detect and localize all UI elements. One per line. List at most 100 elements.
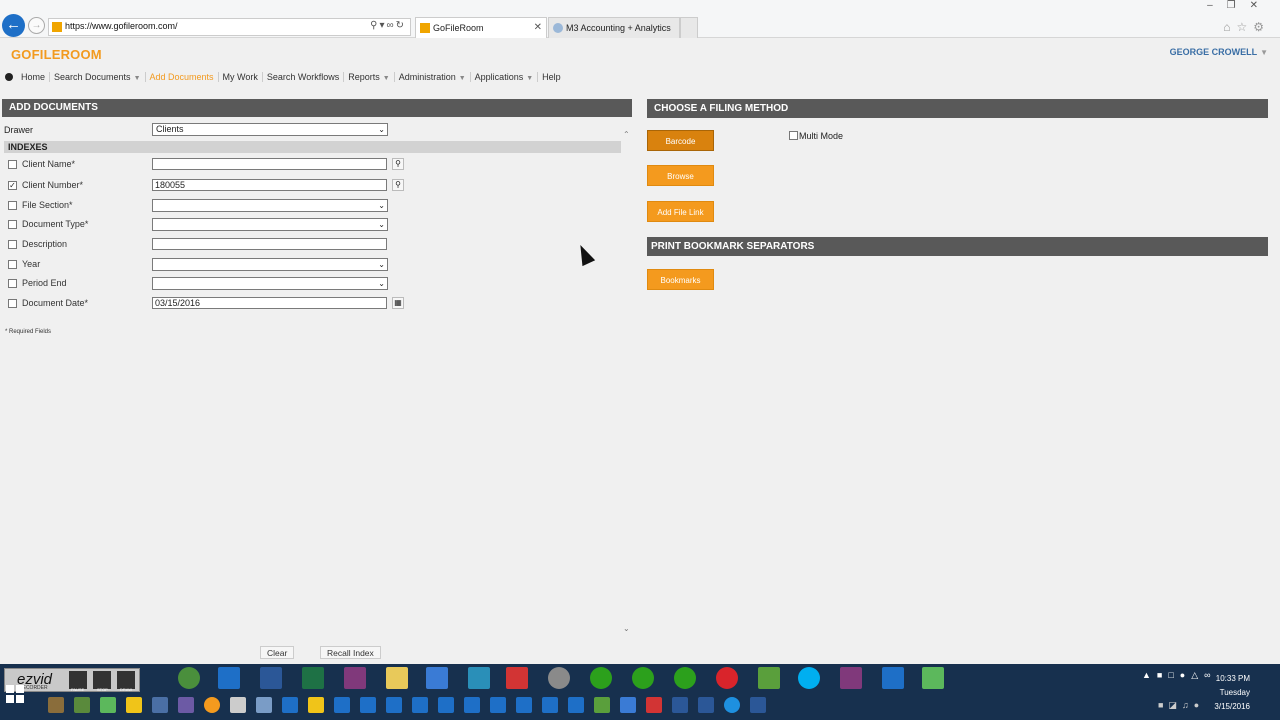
document-date-input[interactable]: 03/15/2016: [152, 297, 387, 309]
nav-search-workflows[interactable]: Search Workflows: [261, 72, 343, 82]
barcode-button[interactable]: Barcode: [647, 130, 714, 151]
chrome-icon[interactable]: [178, 667, 200, 689]
sticky-notes-icon[interactable]: [126, 697, 142, 713]
app-logo[interactable]: GOFILEROOM: [11, 47, 102, 62]
nav-search-documents[interactable]: Search Documents ▼: [49, 72, 144, 82]
nav-home[interactable]: Home: [19, 72, 49, 82]
snagit-icon[interactable]: [548, 667, 570, 689]
browser-icons[interactable]: ⌂☆⚙: [1223, 20, 1270, 34]
star-icon[interactable]: [308, 697, 324, 713]
recall-index-button[interactable]: Recall Index: [320, 646, 381, 659]
scroll-up-icon[interactable]: ⌃: [623, 130, 630, 139]
checkmark-app-icon[interactable]: [922, 667, 944, 689]
outlook-icon[interactable]: [218, 667, 240, 689]
file-section-select[interactable]: ⌄: [152, 199, 388, 212]
checkmark-app-icon[interactable]: [100, 697, 116, 713]
back-arrow-icon[interactable]: ←: [2, 14, 25, 37]
word-icon[interactable]: [750, 697, 766, 713]
dollar-icon[interactable]: [438, 697, 454, 713]
quicklaunch-icon[interactable]: [48, 697, 64, 713]
windows-start-icon[interactable]: [6, 685, 26, 705]
cloud-icon[interactable]: [724, 697, 740, 713]
nav-applications[interactable]: Applications ▼: [469, 72, 537, 82]
address-bar[interactable]: https://www.gofileroom.com/ ⚲▾∞↻: [48, 18, 411, 36]
document-type-checkbox[interactable]: [8, 220, 17, 229]
scroll-down-icon[interactable]: ⌄: [623, 624, 630, 633]
tab-gofileroom[interactable]: GoFileRoom ✕: [415, 17, 547, 38]
dollar-icon[interactable]: [360, 697, 376, 713]
dollar-icon[interactable]: [464, 697, 480, 713]
period-end-select[interactable]: ⌄: [152, 277, 388, 290]
dollar-icon[interactable]: [516, 697, 532, 713]
nav-reports[interactable]: Reports ▼: [343, 72, 393, 82]
tab-m3-accounting[interactable]: M3 Accounting + Analytics: [548, 17, 680, 38]
tax-app-icon[interactable]: [468, 667, 490, 689]
search-icon[interactable]: ⚲: [392, 179, 404, 191]
description-input[interactable]: [152, 238, 387, 250]
quicklaunch-icon[interactable]: [620, 697, 636, 713]
close-icon[interactable]: ✕: [534, 22, 542, 33]
new-tab-button[interactable]: [680, 17, 698, 38]
multi-mode-checkbox[interactable]: [789, 131, 798, 140]
draw-button[interactable]: DRAW: [117, 671, 135, 692]
drawer-select[interactable]: Clients ⌄: [152, 123, 388, 136]
notes-icon[interactable]: [594, 697, 610, 713]
year-checkbox[interactable]: [8, 260, 17, 269]
window-controls[interactable]: –❐✕: [1207, 0, 1272, 11]
quicklaunch-icon[interactable]: [74, 697, 90, 713]
nav-administration[interactable]: Administration ▼: [393, 72, 470, 82]
system-tray[interactable]: ▲■□●△∞: [1142, 670, 1217, 681]
file-explorer-icon[interactable]: [386, 667, 408, 689]
document-type-select[interactable]: ⌄: [152, 218, 388, 231]
nav-my-work[interactable]: My Work: [217, 72, 262, 82]
browse-button[interactable]: Browse: [647, 165, 714, 186]
nav-help[interactable]: Help: [537, 72, 565, 82]
client-name-checkbox[interactable]: [8, 160, 17, 169]
excel-icon[interactable]: [302, 667, 324, 689]
client-number-checkbox[interactable]: ✓: [8, 181, 17, 190]
description-checkbox[interactable]: [8, 240, 17, 249]
clock[interactable]: 10:33 PM Tuesday 3/15/2016: [1214, 672, 1250, 714]
dollar-icon[interactable]: [542, 697, 558, 713]
acrobat-icon[interactable]: [506, 667, 528, 689]
onenote-icon[interactable]: [840, 667, 862, 689]
dollar-icon[interactable]: [490, 697, 506, 713]
remote-desktop-icon[interactable]: [426, 667, 448, 689]
clear-button[interactable]: Clear: [260, 646, 295, 659]
quicklaunch-icon[interactable]: [256, 697, 272, 713]
quickbooks-icon[interactable]: [590, 667, 612, 689]
chart-icon[interactable]: [178, 697, 194, 713]
pause-button[interactable]: PAUSE: [69, 671, 87, 692]
url-text[interactable]: https://www.gofileroom.com/: [65, 21, 178, 31]
address-tools[interactable]: ⚲▾∞↻: [370, 20, 406, 31]
file-section-checkbox[interactable]: [8, 201, 17, 210]
timer-icon[interactable]: [716, 667, 738, 689]
dollar-icon[interactable]: [412, 697, 428, 713]
year-select[interactable]: ⌄: [152, 258, 388, 271]
mouse-icon[interactable]: [230, 697, 246, 713]
quicklaunch-icon[interactable]: [672, 697, 688, 713]
onenote-icon[interactable]: [344, 667, 366, 689]
quicklaunch-icon[interactable]: [152, 697, 168, 713]
client-number-input[interactable]: 180055: [152, 179, 387, 191]
forward-arrow-icon[interactable]: →: [28, 17, 45, 34]
search-icon[interactable]: ⚲: [392, 158, 404, 170]
user-menu[interactable]: GEORGE CROWELL ▼: [1170, 47, 1268, 57]
skype-icon[interactable]: [798, 667, 820, 689]
dollar-icon[interactable]: [568, 697, 584, 713]
quicklaunch-icon[interactable]: [282, 697, 298, 713]
nav-collapse-icon[interactable]: [5, 73, 13, 81]
dollar-icon[interactable]: [882, 667, 904, 689]
quicklaunch-icon[interactable]: [646, 697, 662, 713]
stop-button[interactable]: STOP: [93, 671, 111, 692]
dollar-icon[interactable]: [386, 697, 402, 713]
nav-add-documents[interactable]: Add Documents: [144, 72, 218, 82]
document-date-checkbox[interactable]: [8, 299, 17, 308]
quickbooks-icon[interactable]: [632, 667, 654, 689]
client-name-input[interactable]: [152, 158, 387, 170]
period-end-checkbox[interactable]: [8, 279, 17, 288]
dollar-icon[interactable]: [334, 697, 350, 713]
calendar-icon[interactable]: ▦: [392, 297, 404, 309]
word-icon[interactable]: [260, 667, 282, 689]
quickbooks-icon[interactable]: [674, 667, 696, 689]
